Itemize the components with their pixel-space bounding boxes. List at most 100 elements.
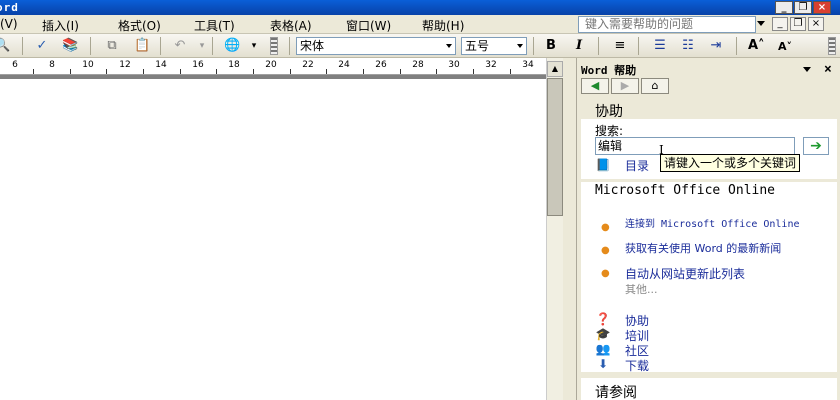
menu-help[interactable]: 帮助(H) <box>422 17 464 34</box>
ruler-label: 30 <box>448 60 460 70</box>
menu-window[interactable]: 窗口(W) <box>346 17 391 34</box>
back-arrow-icon[interactable]: ◀ <box>581 78 609 94</box>
indent-icon[interactable]: ⇥ <box>708 38 724 54</box>
community-icon: 👥 <box>595 342 611 356</box>
book-icon: 📘 <box>595 158 611 172</box>
numbered-list-icon[interactable]: ☰ <box>652 38 668 54</box>
undo-dropdown-icon[interactable]: ▾ <box>194 38 210 54</box>
ruler-label: 8 <box>49 60 55 70</box>
toolbar-separator <box>90 37 91 55</box>
home-icon[interactable]: ⌂ <box>641 78 669 94</box>
bold-button[interactable]: B <box>546 38 556 53</box>
ruler-tick <box>180 69 181 74</box>
online-link-news[interactable]: 获取有关使用 Word 的最新新闻 <box>625 243 833 254</box>
font-size-select[interactable]: 五号 <box>461 37 527 55</box>
bullet-icon: ● <box>601 245 610 256</box>
window-title: ord <box>0 1 19 14</box>
toolbar-separator <box>598 37 599 55</box>
doc-close-button[interactable]: × <box>808 17 824 31</box>
copy-icon[interactable]: ⧉ <box>104 38 120 54</box>
scroll-thumb[interactable] <box>547 78 563 216</box>
ruler-tick <box>326 69 327 74</box>
vertical-scrollbar[interactable]: ▲ <box>546 58 563 400</box>
align-justify-icon[interactable]: ≡ <box>612 38 628 54</box>
restore-button[interactable]: ❐ <box>794 1 812 14</box>
resource-link-download[interactable]: 下载 <box>625 357 649 374</box>
ruler-label: 18 <box>228 60 240 70</box>
ruler-tick <box>290 69 291 74</box>
bullet-list-icon[interactable]: ☷ <box>680 38 696 54</box>
doc-minimize-button[interactable]: _ <box>772 17 788 31</box>
ruler-tick <box>143 69 144 74</box>
ruler-label: 6 <box>12 60 18 70</box>
bullet-icon: ● <box>601 222 610 233</box>
ruler-label: 32 <box>485 60 497 70</box>
toolbar-separator <box>212 37 213 55</box>
toolbar-separator <box>533 37 534 55</box>
undo-icon[interactable]: ↶ <box>172 38 188 54</box>
ruler-label: 24 <box>338 60 350 70</box>
task-pane-menu-icon[interactable] <box>803 67 811 72</box>
training-icon: 🎓 <box>595 327 611 341</box>
chevron-down-icon <box>517 44 523 48</box>
ruler-label: 12 <box>119 60 131 70</box>
toc-link[interactable]: 目录 <box>625 157 649 174</box>
ruler-label: 22 <box>302 60 314 70</box>
go-arrow-icon[interactable]: ➔ <box>803 137 829 155</box>
font-name-select[interactable]: 宋体 <box>296 37 456 55</box>
grow-font-button[interactable]: A˄ <box>748 38 765 53</box>
ruler-tick <box>400 69 401 74</box>
ruler-label: 20 <box>265 60 277 70</box>
ruler-tick <box>473 69 474 74</box>
task-pane-nav: ◀ ▶ ⌂ <box>581 78 681 96</box>
menu-tools[interactable]: 工具(T) <box>194 17 235 34</box>
download-icon: ⬇ <box>597 357 609 371</box>
help-search-box[interactable]: 键入需要帮助的问题 <box>578 16 756 33</box>
ruler-label: 16 <box>192 60 204 70</box>
close-icon[interactable]: × <box>824 62 832 77</box>
ruler-tick <box>510 69 511 74</box>
print-preview-icon[interactable]: 🔍 <box>0 38 10 54</box>
toolbar-grip[interactable] <box>828 37 836 55</box>
toolbar-separator <box>289 37 290 55</box>
minimize-button[interactable]: _ <box>775 1 793 14</box>
spelling-icon[interactable]: ✓ <box>34 38 50 54</box>
bullet-icon: ● <box>601 268 610 279</box>
forward-arrow-icon[interactable]: ▶ <box>611 78 639 94</box>
menu-format[interactable]: 格式(O) <box>118 17 161 34</box>
menu-view[interactable]: (V) <box>0 17 18 31</box>
assist-heading: 协助 <box>595 104 623 120</box>
ruler-tick <box>106 69 107 74</box>
ruler-tick <box>363 69 364 74</box>
scroll-up-icon[interactable]: ▲ <box>547 61 563 77</box>
ruler-label: 34 <box>522 60 534 70</box>
close-button[interactable]: × <box>813 1 831 14</box>
online-link-update[interactable]: 自动从网站更新此列表 <box>625 265 745 282</box>
paste-icon[interactable]: 📋 <box>134 38 150 54</box>
italic-button[interactable]: I <box>576 38 582 53</box>
horizontal-ruler[interactable]: 6 8 10 12 14 16 18 20 22 24 26 28 30 32 … <box>0 58 546 75</box>
font-size-value: 五号 <box>465 39 490 53</box>
doc-restore-button[interactable]: ❐ <box>790 17 806 31</box>
toolbar-separator <box>160 37 161 55</box>
ruler-tick <box>216 69 217 74</box>
ruler-label: 14 <box>155 60 167 70</box>
task-pane: Word 帮助 × ◀ ▶ ⌂ 协助 搜索: 编辑 ➔ 📘 目录 Microso… <box>576 58 840 400</box>
globe-dropdown-icon[interactable]: ▾ <box>246 38 262 54</box>
document-area[interactable] <box>0 79 546 400</box>
research-icon[interactable]: 📚 <box>62 38 78 54</box>
menu-insert[interactable]: 插入(I) <box>42 17 79 34</box>
online-link-connect[interactable]: 连接到 Microsoft Office Online <box>625 220 825 230</box>
web-globe-icon[interactable]: 🌐 <box>224 38 240 54</box>
ruler-label: 10 <box>82 60 94 70</box>
ruler-tick <box>33 69 34 74</box>
ruler-label: 28 <box>412 60 424 70</box>
toolbar-separator <box>736 37 737 55</box>
more-link[interactable]: 其他... <box>625 281 658 297</box>
search-input[interactable]: 编辑 <box>595 137 795 155</box>
toolbar-grip[interactable] <box>270 37 278 55</box>
help-box-dropdown-icon[interactable] <box>757 21 765 26</box>
shrink-font-button[interactable]: A˅ <box>778 40 792 53</box>
menu-table[interactable]: 表格(A) <box>270 17 312 34</box>
toolbar-separator <box>22 37 23 55</box>
